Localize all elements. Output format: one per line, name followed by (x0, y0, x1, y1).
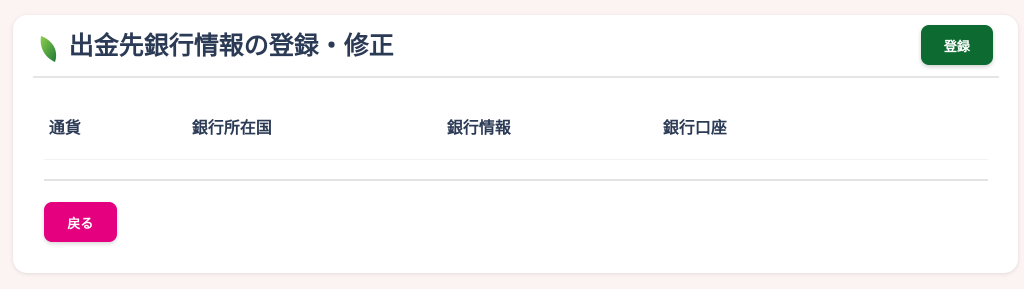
column-header-bank-country: 銀行所在国 (192, 118, 273, 137)
table-header-row: 通貨 銀行所在国 銀行情報 銀行口座 (44, 111, 988, 160)
register-button[interactable]: 登録 (921, 25, 993, 65)
leaf-icon (40, 36, 57, 62)
bank-info-card: 出金先銀行情報の登録・修正 登録 通貨 銀行所在国 銀行情報 銀行口座 戻る (13, 15, 1018, 273)
column-header-currency: 通貨 (49, 118, 82, 137)
column-header-bank-account: 銀行口座 (663, 118, 728, 137)
page-title: 出金先銀行情報の登録・修正 (69, 31, 395, 60)
column-header-bank-info: 銀行情報 (447, 118, 512, 137)
card-header: 出金先銀行情報の登録・修正 登録 (13, 15, 1018, 77)
header-divider (33, 76, 999, 78)
back-button[interactable]: 戻る (44, 202, 117, 242)
table-divider (44, 179, 988, 181)
